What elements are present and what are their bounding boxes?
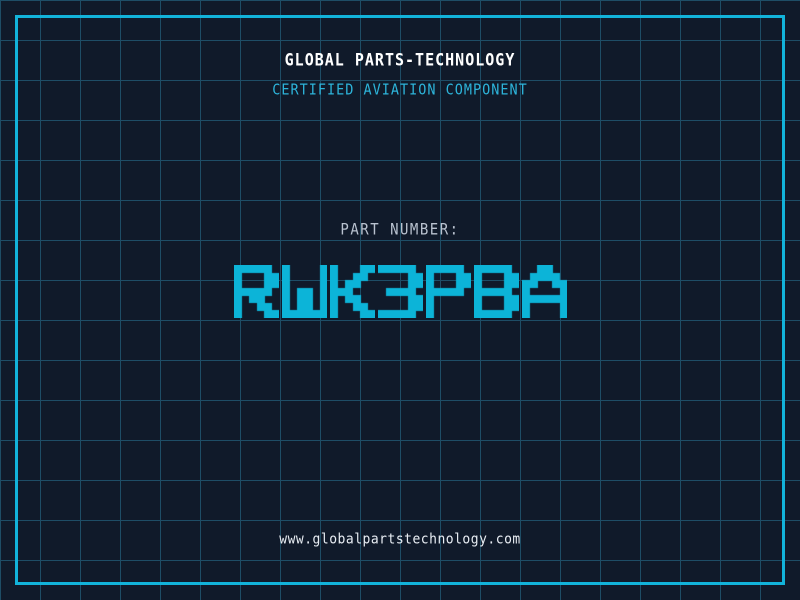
part-number-glyph	[233, 265, 279, 318]
part-number-display	[0, 265, 800, 321]
part-number-glyph	[377, 265, 423, 318]
part-number-glyph	[473, 265, 519, 318]
part-number-glyph	[281, 265, 327, 318]
part-number-glyph	[521, 265, 567, 318]
company-title: GLOBAL PARTS-TECHNOLOGY	[284, 50, 516, 71]
part-number-glyph	[329, 265, 375, 318]
website-url: www.globalpartstechnology.com	[279, 531, 521, 548]
certification-subtitle: CERTIFIED AVIATION COMPONENT	[272, 81, 528, 99]
part-number-label: PART NUMBER:	[340, 221, 460, 239]
page-background: GLOBAL PARTS-TECHNOLOGY CERTIFIED AVIATI…	[0, 0, 800, 600]
part-number-glyph	[425, 265, 471, 318]
